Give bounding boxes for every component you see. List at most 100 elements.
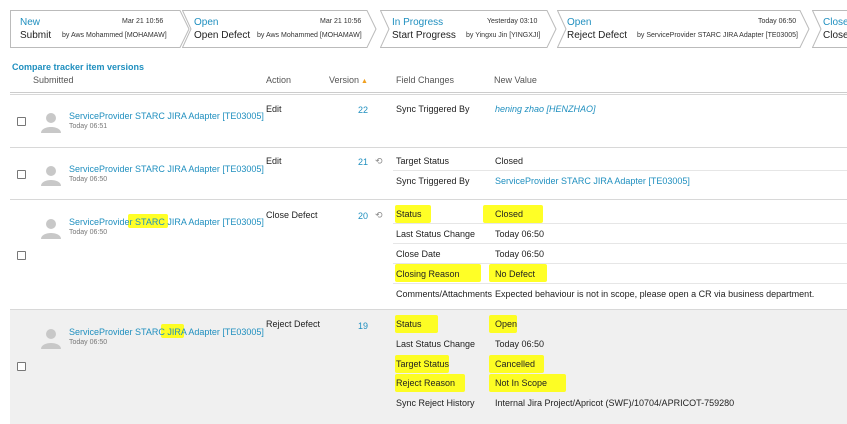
step-by: by Yingxu Jin [YINGXJI] (466, 32, 541, 39)
field-change-row: Sync Triggered By hening zhao [HENZHAO] (393, 99, 847, 119)
workflow-step-open[interactable]: Open Open Defect Mar 21 10:56 by Aws Moh… (182, 10, 377, 48)
version-link[interactable]: 20 (328, 211, 368, 221)
field-value: Today 06:50 (495, 339, 545, 349)
step-status: Open (194, 17, 219, 28)
step-action: Start Progress (392, 30, 456, 41)
row-checkbox[interactable] (17, 170, 26, 179)
submit-time: Today 06:50 (69, 339, 108, 346)
submitter-link[interactable]: ServiceProvider STARC JIRA Adapter [TE03… (69, 164, 264, 174)
field-change-row: Comments/Attachments Expected behaviour … (393, 284, 847, 304)
field-value[interactable]: hening zhao [HENZHAO] (495, 104, 596, 114)
header-version[interactable]: Version ▲ (329, 75, 368, 85)
submitter-link[interactable]: ServiceProvider STARC JIRA Adapter [TE03… (69, 327, 264, 337)
submit-time: Today 06:50 (69, 176, 108, 183)
step-date: Today 06:50 (758, 18, 797, 25)
step-arrow-shape (380, 10, 557, 48)
avatar-icon (41, 329, 61, 349)
step-action: Close (823, 30, 847, 41)
field-change-row: Reject Reason Not In Scope (393, 373, 847, 393)
field-name: Close Date (396, 249, 441, 259)
step-status: Open (567, 17, 592, 28)
step-arrow-shape (812, 10, 847, 48)
table-row: ServiceProvider STARC JIRA Adapter [TE03… (10, 199, 847, 309)
header-version-label: Version (329, 75, 360, 85)
submit-time: Today 06:51 (69, 123, 108, 130)
field-name: Closing Reason (396, 269, 460, 279)
step-action: Open Defect (194, 30, 251, 41)
field-name: Status (396, 319, 422, 329)
step-action: Submit (20, 30, 52, 41)
submit-time: Today 06:50 (69, 229, 108, 236)
step-date: Yesterday 03:10 (487, 18, 538, 25)
field-change-row: Status Closed (393, 204, 847, 224)
workflow-step-open-current[interactable]: Open Reject Defect Today 06:50 by Servic… (557, 10, 810, 48)
field-value: Expected behaviour is not in scope, plea… (495, 289, 815, 299)
version-link[interactable]: 22 (328, 105, 368, 115)
field-name: Last Status Change (396, 339, 476, 349)
field-name: Last Status Change (396, 229, 476, 239)
step-action: Reject Defect (567, 30, 628, 41)
field-name: Target Status (396, 359, 450, 369)
field-value: Internal Jira Project/Apricot (SWF)/1070… (495, 398, 735, 408)
row-action: Edit (266, 104, 282, 114)
row-action: Reject Defect (266, 319, 321, 329)
field-name: Sync Triggered By (396, 104, 470, 114)
field-value: Closed (495, 209, 524, 219)
field-value: Not In Scope (495, 378, 548, 388)
row-checkbox[interactable] (17, 251, 26, 260)
step-date: Mar 21 10:56 (122, 18, 164, 25)
field-change-row: Close Date Today 06:50 (393, 244, 847, 264)
field-change-row: Target Status Cancelled (393, 354, 847, 374)
field-value: No Defect (495, 269, 536, 279)
workflow-step-close[interactable]: Close Close (812, 10, 847, 48)
history-icon[interactable]: ⟲ (375, 210, 383, 221)
field-value: Cancelled (495, 359, 536, 369)
field-change-row: Sync Triggered By ServiceProvider STARC … (393, 171, 847, 191)
history-icon[interactable]: ⟲ (375, 156, 383, 167)
step-date: Mar 21 10:56 (320, 18, 362, 25)
header-field-changes[interactable]: Field Changes (396, 75, 454, 85)
row-action: Edit (266, 156, 282, 166)
field-change-row: Last Status Change Today 06:50 (393, 334, 847, 354)
field-change-row: Target Status Closed (393, 151, 847, 171)
field-name: Sync Reject History (396, 398, 475, 408)
step-arrow-shape (10, 10, 190, 48)
workflow-step-new[interactable]: New Submit Mar 21 10:56 by Aws Mohammed … (10, 10, 190, 48)
field-change-row: Status Open (393, 314, 847, 334)
field-name: Reject Reason (396, 378, 456, 388)
field-value[interactable]: ServiceProvider STARC JIRA Adapter [TE03… (495, 176, 690, 186)
field-change-row: Sync Reject History Internal Jira Projec… (393, 393, 847, 413)
field-name: Comments/Attachments (396, 289, 493, 299)
field-value: Today 06:50 (495, 249, 545, 259)
submitter-link[interactable]: ServiceProvider STARC JIRA Adapter [TE03… (69, 111, 264, 121)
avatar-icon (41, 219, 61, 239)
step-status: Close (823, 17, 847, 28)
table-row: ServiceProvider STARC JIRA Adapter [TE03… (10, 309, 847, 424)
version-link[interactable]: 21 (328, 157, 368, 167)
field-value: Today 06:50 (495, 229, 545, 239)
step-status: In Progress (392, 17, 444, 28)
header-submitted[interactable]: Submitted (33, 75, 74, 85)
table-row: ServiceProvider STARC JIRA Adapter [TE03… (10, 147, 847, 199)
step-by: by ServiceProvider STARC JIRA Adapter [T… (637, 32, 798, 39)
workflow-steps: New Submit Mar 21 10:56 by Aws Mohammed … (0, 0, 847, 56)
row-action: Close Defect (266, 210, 318, 220)
field-name: Target Status (396, 156, 450, 166)
version-link[interactable]: 19 (328, 321, 368, 331)
row-checkbox[interactable] (17, 362, 26, 371)
header-new-value[interactable]: New Value (494, 75, 537, 85)
field-name: Status (396, 209, 422, 219)
step-by: by Aws Mohammed [MOHAMAW] (62, 32, 167, 39)
header-action[interactable]: Action (266, 75, 291, 85)
field-change-row: Closing Reason No Defect (393, 264, 847, 284)
field-name: Sync Triggered By (396, 176, 470, 186)
field-value: Closed (495, 156, 524, 166)
avatar-icon (41, 166, 61, 186)
row-checkbox[interactable] (17, 117, 26, 126)
header-divider (10, 92, 847, 93)
submitter-link[interactable]: ServiceProvider STARC JIRA Adapter [TE03… (69, 217, 264, 227)
field-change-row: Last Status Change Today 06:50 (393, 224, 847, 244)
compare-versions-link[interactable]: Compare tracker item versions (12, 62, 144, 72)
step-arrow-shape (557, 10, 810, 48)
workflow-step-in-progress[interactable]: In Progress Start Progress Yesterday 03:… (380, 10, 557, 48)
